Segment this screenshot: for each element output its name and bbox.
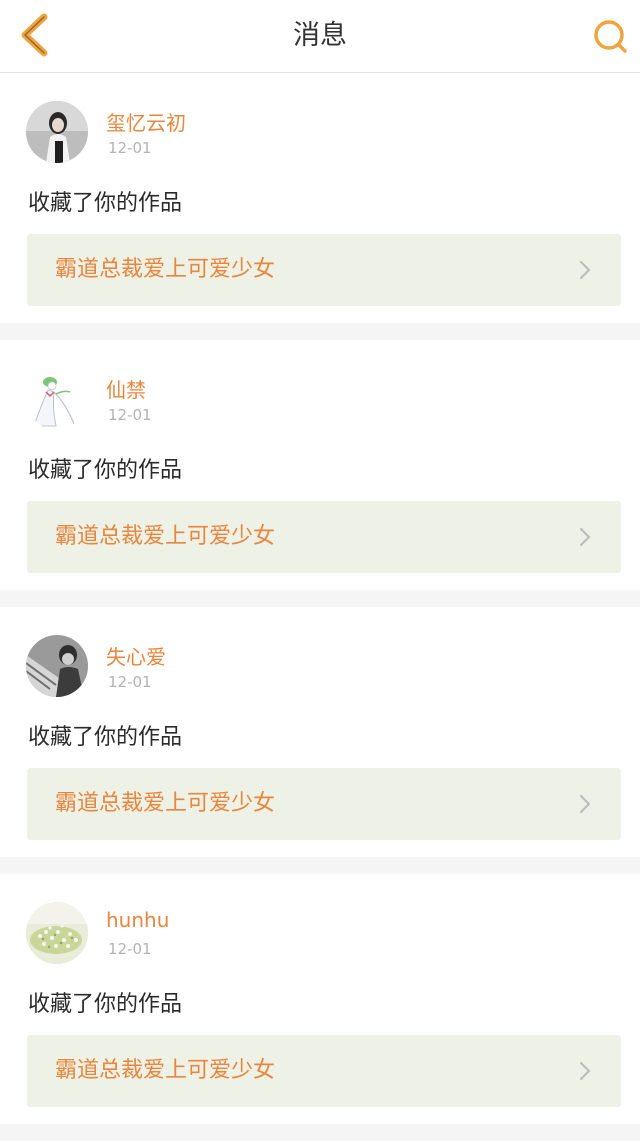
action-text: 收藏了你的作品 [28,992,183,1017]
avatar-girl-photo-icon [26,101,88,163]
chevron-right-icon [579,1061,591,1081]
message-list: 玺忆云初 12-01 收藏了你的作品 霸道总裁爱上可爱少女 仙禁 12-01 收… [0,73,640,1141]
avatar-grayscale-photo-icon [26,635,88,697]
work-link[interactable]: 霸道总裁爱上可爱少女 [27,501,621,573]
avatar[interactable] [26,368,88,430]
timestamp: 12-01 [108,673,152,691]
message-card: 失心爱 12-01 收藏了你的作品 霸道总裁爱上可爱少女 [0,607,640,857]
username[interactable]: 玺忆云初 [106,107,186,136]
avatar[interactable] [26,902,88,964]
chevron-right-icon [579,794,591,814]
work-link[interactable]: 霸道总裁爱上可爱少女 [27,768,621,840]
avatar-flowers-photo-icon [26,902,88,964]
avatar[interactable] [26,635,88,697]
search-button[interactable] [588,14,632,58]
timestamp: 12-01 [108,139,152,157]
chevron-right-icon [579,260,591,280]
work-title: 霸道总裁爱上可爱少女 [55,1058,276,1083]
work-title: 霸道总裁爱上可爱少女 [55,791,276,816]
work-title: 霸道总裁爱上可爱少女 [55,524,276,549]
timestamp: 12-01 [108,940,152,958]
username[interactable]: hunhu [106,908,169,932]
chevron-right-icon [579,527,591,547]
avatar-gardevoir-icon [26,368,88,430]
message-card: hunhu 12-01 收藏了你的作品 霸道总裁爱上可爱少女 [0,874,640,1124]
work-title: 霸道总裁爱上可爱少女 [55,257,276,282]
message-card: 仙禁 12-01 收藏了你的作品 霸道总裁爱上可爱少女 [0,340,640,590]
search-icon [594,20,627,53]
top-bar: 消息 [0,0,640,73]
username[interactable]: 失心爱 [106,641,166,670]
avatar[interactable] [26,101,88,163]
page-title: 消息 [293,20,347,51]
action-text: 收藏了你的作品 [28,191,183,216]
action-text: 收藏了你的作品 [28,458,183,483]
timestamp: 12-01 [108,406,152,424]
work-link[interactable]: 霸道总裁爱上可爱少女 [27,1035,621,1107]
work-link[interactable]: 霸道总裁爱上可爱少女 [27,234,621,306]
action-text: 收藏了你的作品 [28,725,183,750]
username[interactable]: 仙禁 [106,374,146,403]
message-card: 玺忆云初 12-01 收藏了你的作品 霸道总裁爱上可爱少女 [0,73,640,323]
